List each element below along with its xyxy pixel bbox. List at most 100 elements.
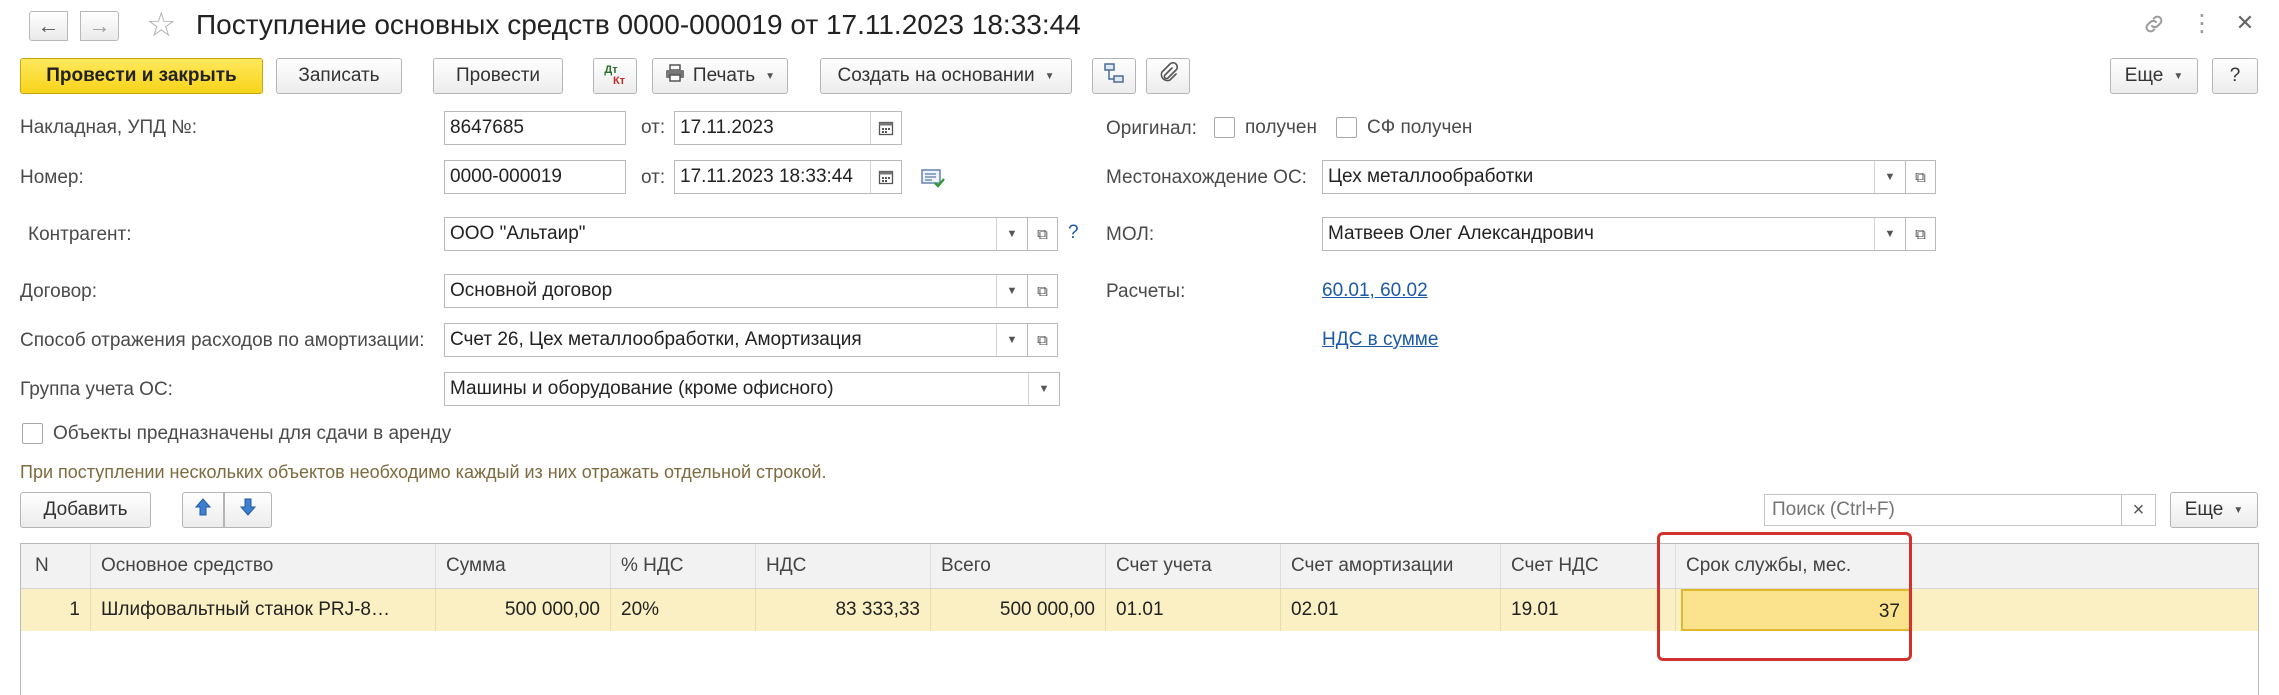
save-button[interactable]: Записать: [276, 58, 402, 94]
cell-total[interactable]: 500 000,00: [931, 589, 1106, 631]
open-window-icon: ⧉: [1915, 168, 1926, 186]
post-and-close-label: Провести и закрыть: [46, 65, 237, 86]
create-based-on-button[interactable]: Создать на основании ▼: [820, 58, 1072, 94]
sf-received-label: СФ получен: [1367, 117, 1473, 138]
more-label: Еще: [2124, 65, 2164, 86]
asset-group-field[interactable]: Машины и оборудование (кроме офисного) ▼: [444, 372, 1060, 406]
arrow-right-icon: →: [88, 13, 111, 38]
more-vertical-icon[interactable]: ⋮: [2190, 12, 2214, 36]
table-row[interactable]: 1 Шлифовальтный станок PRJ-8… 500 000,00…: [21, 589, 2258, 631]
invoice-date-from-label: от:: [641, 117, 666, 138]
help-button[interactable]: ?: [2212, 58, 2258, 94]
open-window-icon: ⧉: [1915, 225, 1926, 243]
asset-group-value: Машины и оборудование (кроме офисного): [450, 378, 834, 399]
sf-received-checkbox[interactable]: [1336, 117, 1357, 138]
dropdown-arrow-icon[interactable]: ▼: [996, 218, 1027, 250]
counterparty-value: ООО "Альтаир": [450, 223, 586, 244]
printer-icon: [665, 64, 685, 88]
invoice-date-field[interactable]: 17.11.2023: [674, 111, 902, 145]
search-input[interactable]: [1770, 498, 2121, 522]
link-icon[interactable]: [2140, 12, 2168, 40]
cell-sum[interactable]: 500 000,00: [436, 589, 611, 631]
dropdown-arrow-icon[interactable]: ▼: [996, 324, 1027, 356]
cell-vat-rate[interactable]: 20%: [611, 589, 756, 631]
counterparty-field[interactable]: ООО "Альтаир" ▼: [444, 217, 1028, 251]
contract-field[interactable]: Основной договор ▼: [444, 274, 1028, 308]
more-button[interactable]: Еще ▼: [2110, 58, 2198, 94]
open-mol-button[interactable]: ⧉: [1906, 217, 1936, 251]
cell-n[interactable]: 1: [21, 589, 91, 631]
depreciation-value: Счет 26, Цех металлообработки, Амортизац…: [450, 329, 862, 350]
original-received-label: получен: [1245, 117, 1317, 138]
attach-button[interactable]: [1146, 58, 1190, 94]
hint-text: При поступлении нескольких объектов необ…: [20, 462, 827, 482]
cell-depr-account[interactable]: 02.01: [1281, 589, 1501, 631]
invoice-date-value: 17.11.2023: [680, 117, 774, 138]
forward-button[interactable]: →: [80, 11, 119, 41]
move-up-button[interactable]: [182, 492, 224, 528]
dt-kt-button[interactable]: Дт Кт: [593, 58, 637, 94]
open-depreciation-button[interactable]: ⧉: [1028, 323, 1058, 357]
col-header-vat[interactable]: НДС: [756, 544, 931, 588]
service-life-highlight-frame: [1657, 532, 1912, 661]
dropdown-arrow-icon[interactable]: ▼: [1874, 218, 1905, 250]
cell-account[interactable]: 01.01: [1106, 589, 1281, 631]
number-field[interactable]: 0000-000019: [444, 160, 626, 194]
dropdown-arrow-icon: ▼: [2173, 70, 2184, 82]
open-contract-button[interactable]: ⧉: [1028, 274, 1058, 308]
open-counterparty-button[interactable]: ⧉: [1028, 217, 1058, 251]
col-header-depr-account[interactable]: Счет амортизации: [1281, 544, 1501, 588]
star-icon[interactable]: ☆: [146, 8, 176, 42]
post-button[interactable]: Провести: [433, 58, 563, 94]
cell-asset[interactable]: Шлифовальтный станок PRJ-8…: [91, 589, 436, 631]
structure-icon: [1103, 62, 1125, 90]
col-header-asset[interactable]: Основное средство: [91, 544, 436, 588]
col-header-sum[interactable]: Сумма: [436, 544, 611, 588]
search-field[interactable]: [1764, 494, 2122, 526]
settlements-label: Расчеты:: [1106, 281, 1186, 302]
dropdown-arrow-icon[interactable]: ▼: [1874, 161, 1905, 193]
original-label: Оригинал:: [1106, 118, 1197, 139]
save-label: Записать: [298, 65, 380, 86]
open-window-icon: ⧉: [1037, 331, 1048, 349]
post-and-close-button[interactable]: Провести и закрыть: [20, 58, 263, 94]
mol-label: МОЛ:: [1106, 224, 1155, 245]
lease-label: Объекты предназначены для сдачи в аренду: [53, 423, 452, 444]
open-location-button[interactable]: ⧉: [1906, 160, 1936, 194]
add-row-button[interactable]: Добавить: [20, 492, 151, 528]
number-date-from-label: от:: [641, 167, 666, 188]
cell-vat[interactable]: 83 333,33: [756, 589, 931, 631]
move-down-button[interactable]: [224, 492, 272, 528]
lease-checkbox[interactable]: [22, 423, 43, 444]
table-header: N Основное средство Сумма % НДС НДС Всег…: [21, 544, 2258, 589]
invoice-number-field[interactable]: 8647685: [444, 111, 626, 145]
cell-vat-account[interactable]: 19.01: [1501, 589, 1676, 631]
back-button[interactable]: ←: [29, 11, 68, 41]
vat-link[interactable]: НДС в сумме: [1322, 329, 1438, 351]
number-date-field[interactable]: 17.11.2023 18:33:44: [674, 160, 902, 194]
structure-button[interactable]: [1092, 58, 1136, 94]
print-button[interactable]: Печать ▼: [652, 58, 788, 94]
document-check-icon[interactable]: [920, 167, 946, 195]
calendar-icon[interactable]: [870, 112, 901, 144]
clear-search-button[interactable]: ×: [2122, 494, 2156, 526]
col-header-total[interactable]: Всего: [931, 544, 1106, 588]
dropdown-arrow-icon[interactable]: ▼: [1028, 373, 1059, 405]
col-header-vat-rate[interactable]: % НДС: [611, 544, 756, 588]
arrow-left-icon: ←: [37, 13, 60, 38]
settlements-link[interactable]: 60.01, 60.02: [1322, 280, 1428, 302]
close-icon[interactable]: ✕: [2233, 12, 2257, 34]
original-received-checkbox[interactable]: [1214, 117, 1235, 138]
help-question-icon[interactable]: ?: [1068, 222, 1079, 244]
kt-icon: Кт: [612, 75, 626, 87]
col-header-account[interactable]: Счет учета: [1106, 544, 1281, 588]
depreciation-field[interactable]: Счет 26, Цех металлообработки, Амортизац…: [444, 323, 1028, 357]
asset-group-label: Группа учета ОС:: [20, 379, 173, 400]
table-more-button[interactable]: Еще ▼: [2170, 492, 2258, 528]
calendar-icon[interactable]: [870, 161, 901, 193]
dropdown-arrow-icon[interactable]: ▼: [996, 275, 1027, 307]
col-header-n[interactable]: N: [21, 544, 91, 588]
col-header-vat-account[interactable]: Счет НДС: [1501, 544, 1676, 588]
location-field[interactable]: Цех металлообработки ▼: [1322, 160, 1906, 194]
mol-field[interactable]: Матвеев Олег Александрович ▼: [1322, 217, 1906, 251]
